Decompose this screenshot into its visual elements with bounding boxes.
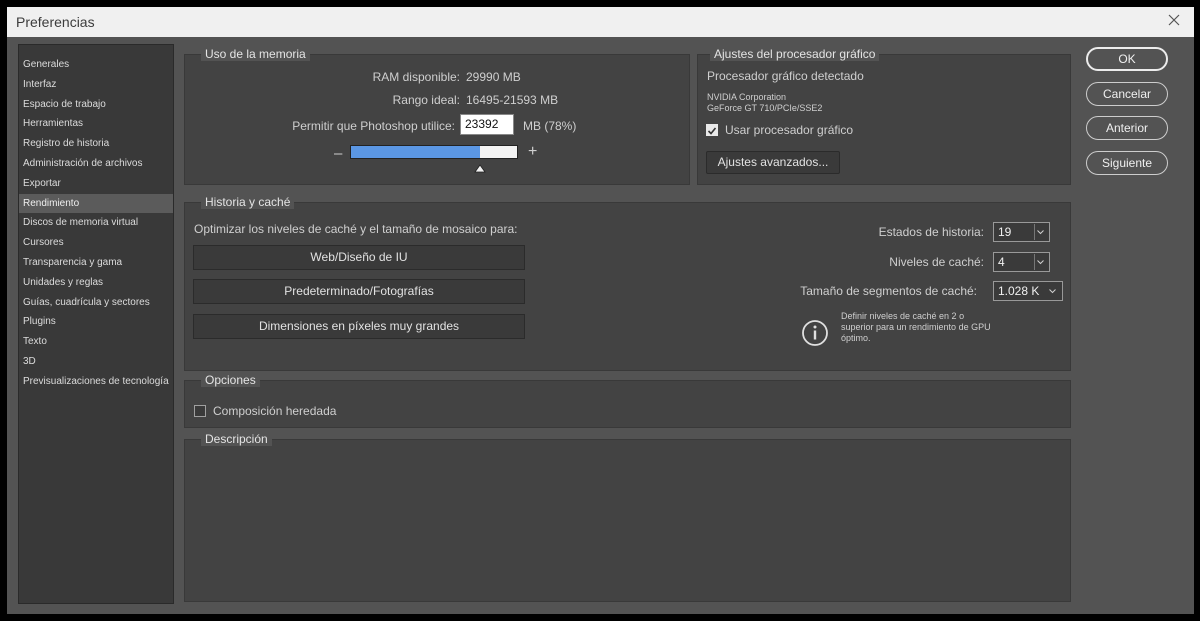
sidebar-item-texto[interactable]: Texto <box>19 332 173 352</box>
sidebar-item-exportar[interactable]: Exportar <box>19 174 173 194</box>
memory-slider-handle[interactable] <box>474 163 486 177</box>
chevron-down-icon <box>1034 254 1046 270</box>
optimize-cache-label: Optimizar los niveles de caché y el tama… <box>194 222 518 236</box>
cache-tile-size-label: Tamaño de segmentos de caché: <box>800 284 977 298</box>
info-icon <box>801 319 829 350</box>
ok-button[interactable]: OK <box>1086 47 1168 71</box>
sidebar-item-generales[interactable]: Generales <box>19 55 173 75</box>
decrease-memory-button[interactable]: – <box>334 145 342 162</box>
ideal-range-label: Rango ideal: <box>392 93 460 107</box>
sidebar-item-rendimiento[interactable]: Rendimiento <box>19 193 173 214</box>
close-icon[interactable] <box>1166 12 1182 28</box>
cancel-button[interactable]: Cancelar <box>1086 82 1168 106</box>
sidebar-item-discos-de-memoria-virtual[interactable]: Discos de memoria virtual <box>19 213 173 233</box>
history-states-value: 19 <box>998 225 1012 239</box>
gpu-model: GeForce GT 710/PCIe/SSE2 <box>707 103 823 113</box>
previous-button[interactable]: Anterior <box>1086 116 1168 140</box>
cache-info-line-3: óptimo. <box>841 333 871 343</box>
cache-levels-value: 4 <box>998 255 1005 269</box>
gpu-vendor: NVIDIA Corporation <box>707 92 787 102</box>
category-list: Generales Interfaz Espacio de trabajo Herra… <box>19 45 173 392</box>
gpu-settings-title: Ajustes del procesador gráfico <box>710 47 880 61</box>
next-button[interactable]: Siguiente <box>1086 151 1168 175</box>
legacy-compositing-checkbox[interactable] <box>194 405 206 417</box>
advanced-settings-button[interactable]: Ajustes avanzados... <box>706 151 840 174</box>
allow-photoshop-label: Permitir que Photoshop utilice: <box>292 119 455 133</box>
history-states-label: Estados de historia: <box>878 225 984 239</box>
cache-levels-label: Niveles de caché: <box>889 255 984 269</box>
gpu-settings-panel: Ajustes del procesador gráfico Procesado… <box>697 47 1071 185</box>
memory-usage-title: Uso de la memoria <box>201 47 310 61</box>
description-panel: Descripción <box>184 432 1071 602</box>
ram-available-value: 29990 MB <box>466 70 521 84</box>
sidebar-item-cursores[interactable]: Cursores <box>19 233 173 253</box>
sidebar-item-previsualizaciones-de-tecnología[interactable]: Previsualizaciones de tecnología <box>19 372 173 392</box>
title-bar: Preferencias <box>7 7 1194 37</box>
options-title: Opciones <box>201 373 260 387</box>
options-panel: Opciones Composición heredada <box>184 373 1071 428</box>
memory-allocation-input[interactable]: 23392 <box>460 114 514 135</box>
legacy-compositing-label: Composición heredada <box>213 404 337 418</box>
preset-huge-pixel-button[interactable]: Dimensiones en píxeles muy grandes <box>193 314 525 339</box>
dialog-body: Generales Interfaz Espacio de trabajo Herra… <box>7 37 1194 614</box>
memory-slider[interactable] <box>350 145 518 159</box>
category-sidebar: Generales Interfaz Espacio de trabajo Herra… <box>18 44 174 604</box>
cache-levels-select[interactable]: 4 <box>993 252 1050 272</box>
history-states-select[interactable]: 19 <box>993 222 1050 242</box>
ram-available-label: RAM disponible: <box>372 70 460 84</box>
ideal-range-value: 16495-21593 MB <box>466 93 559 107</box>
memory-percent-label: MB (78%) <box>523 119 577 133</box>
sidebar-item-herramientas[interactable]: Herramientas <box>19 114 173 134</box>
memory-slider-fill <box>351 146 480 158</box>
sidebar-item-3d[interactable]: 3D <box>19 352 173 372</box>
window-title: Preferencias <box>16 14 95 30</box>
cache-info-line-2: superior para un rendimiento de GPU <box>841 322 991 332</box>
sidebar-item-guías-cuadrícula-y-sectores[interactable]: Guías, cuadrícula y sectores <box>19 293 173 313</box>
description-title: Descripción <box>201 432 272 446</box>
sidebar-item-interfaz[interactable]: Interfaz <box>19 75 173 95</box>
chevron-down-icon <box>1047 283 1059 299</box>
preset-default-photos-button[interactable]: Predeterminado/Fotografías <box>193 279 525 304</box>
chevron-down-icon <box>1034 224 1046 240</box>
cache-tile-size-select[interactable]: 1.028 K <box>993 281 1063 301</box>
increase-memory-button[interactable]: + <box>528 143 537 161</box>
preset-web-ui-button[interactable]: Web/Diseño de IU <box>193 245 525 270</box>
sidebar-item-unidades-y-reglas[interactable]: Unidades y reglas <box>19 273 173 293</box>
sidebar-item-registro-de-historia[interactable]: Registro de historia <box>19 134 173 154</box>
cache-info-line-1: Definir niveles de caché en 2 o <box>841 311 965 321</box>
sidebar-item-administración-de-archivos[interactable]: Administración de archivos <box>19 154 173 174</box>
preferences-dialog: Preferencias Generales Interfaz Espacio de… <box>7 7 1194 614</box>
history-cache-panel: Historia y caché Optimizar los niveles d… <box>184 195 1071 371</box>
history-cache-title: Historia y caché <box>201 195 295 209</box>
use-gpu-label: Usar procesador gráfico <box>725 123 854 137</box>
checkmark-icon <box>707 127 717 135</box>
sidebar-item-espacio-de-trabajo[interactable]: Espacio de trabajo <box>19 95 173 115</box>
sidebar-item-transparencia-y-gama[interactable]: Transparencia y gama <box>19 253 173 273</box>
cache-tile-size-value: 1.028 K <box>998 284 1040 298</box>
sidebar-item-plugins[interactable]: Plugins <box>19 312 173 332</box>
gpu-detected-label: Procesador gráfico detectado <box>707 69 864 83</box>
memory-usage-panel: Uso de la memoria RAM disponible: 29990 … <box>184 47 690 185</box>
use-gpu-checkbox[interactable] <box>706 124 718 136</box>
